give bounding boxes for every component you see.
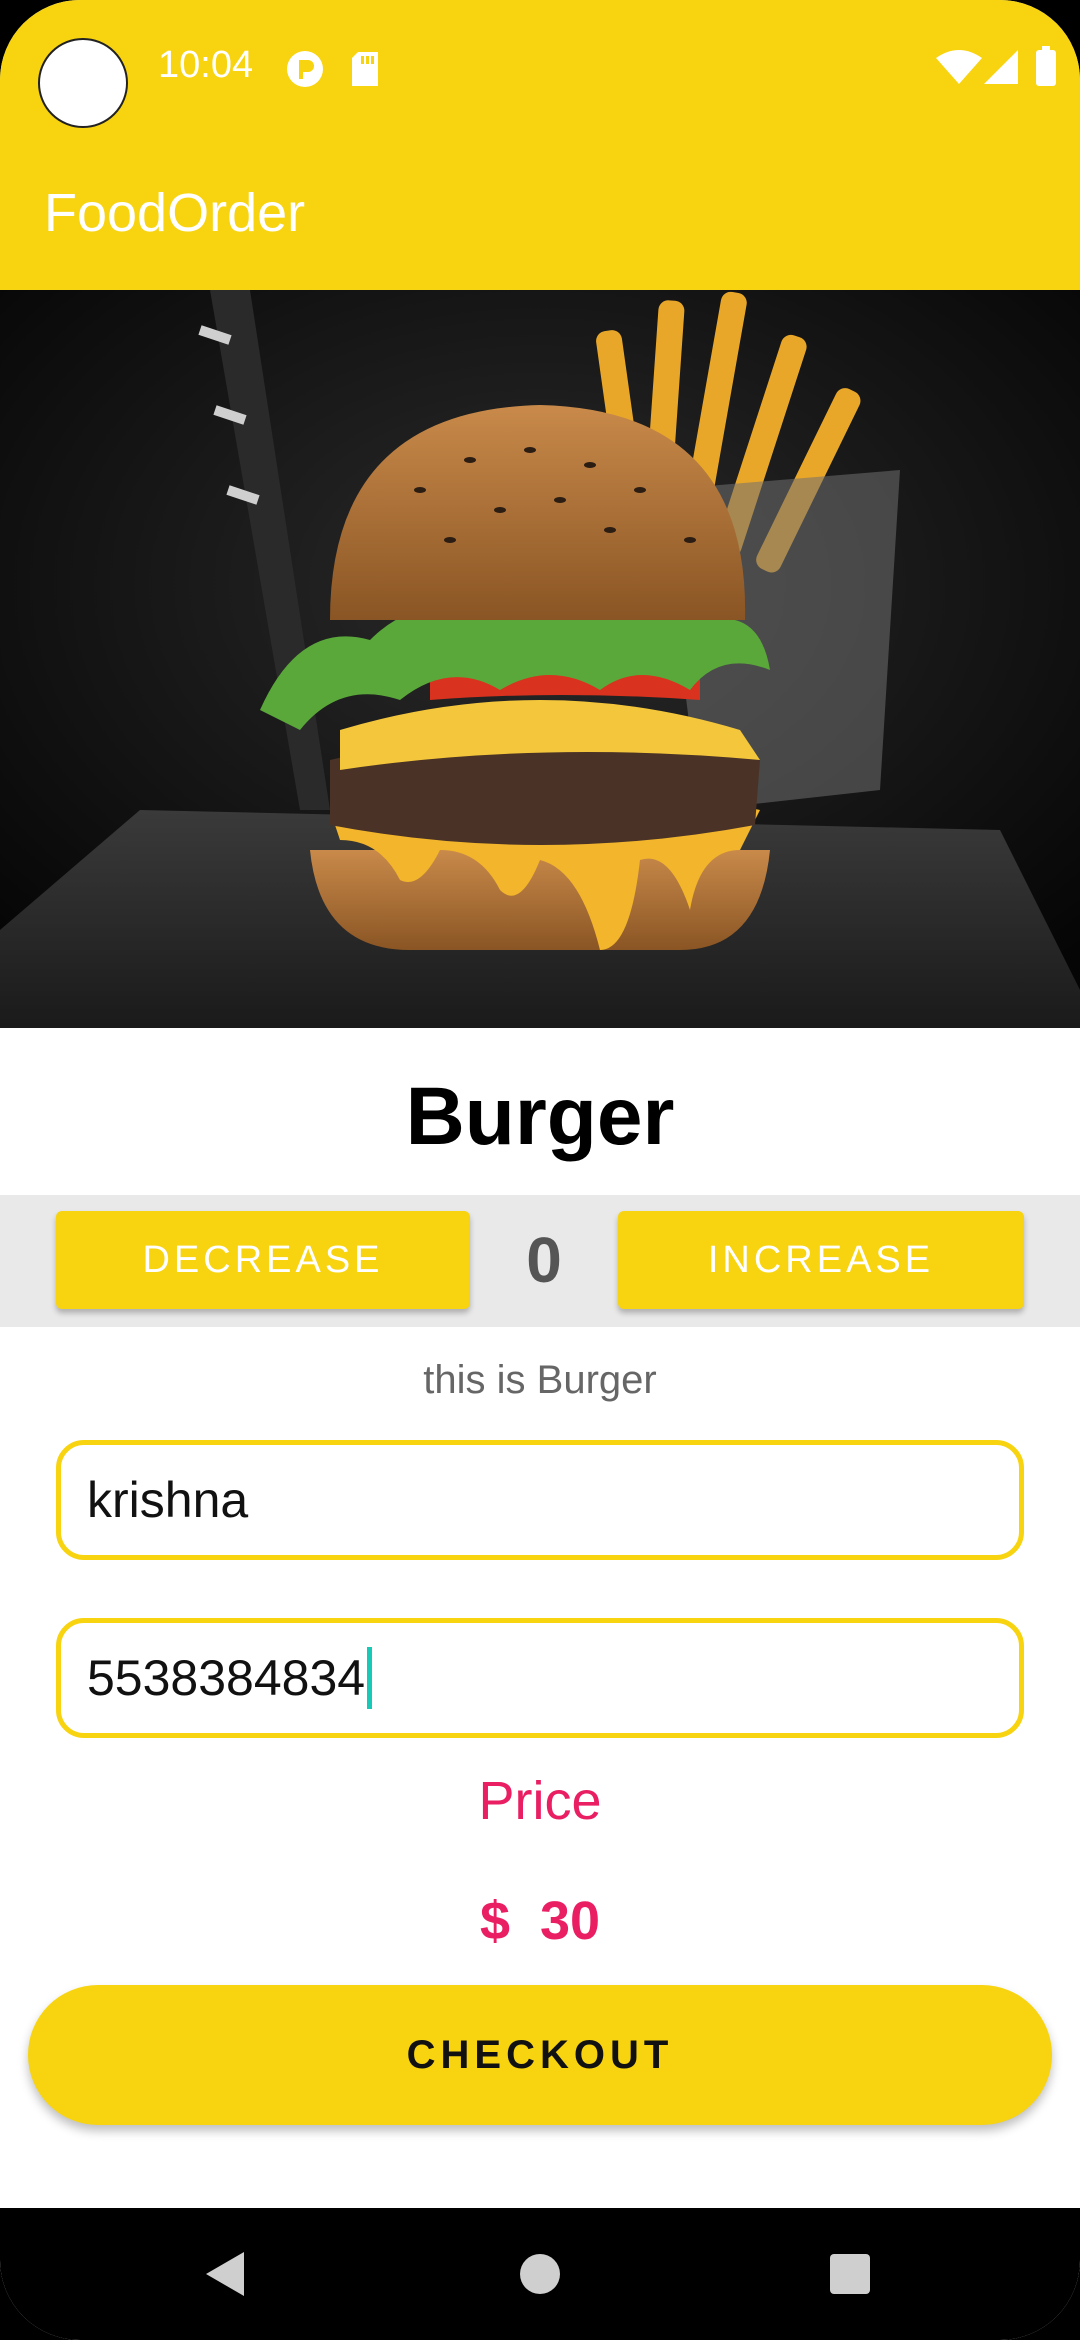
burger-image [0,290,1080,1028]
sync-icon [286,50,324,93]
battery-icon [1036,46,1056,91]
increase-button[interactable]: INCREASE [618,1211,1024,1309]
camera-cutout [38,38,128,128]
cell-signal-icon [984,50,1018,89]
text-caret [367,1647,373,1709]
phone-screen: 10:04 FoodOrder Burger DECREASE 0 INCREA… [0,0,1080,2340]
home-icon[interactable] [480,2208,600,2340]
item-title: Burger [405,1071,675,1162]
app-header: 10:04 FoodOrder [0,0,1080,290]
sd-card-icon [350,50,380,93]
wifi-icon [936,50,982,89]
name-field-value: krishna [87,1472,249,1528]
phone-field[interactable]: 5538384834 [56,1618,1024,1738]
back-icon[interactable] [166,2208,286,2340]
price-value: $ 30 [479,1891,601,1951]
checkout-button[interactable]: CHECKOUT [28,1985,1052,2125]
quantity-controls: DECREASE 0 INCREASE [0,1195,1080,1327]
quantity-value: 0 [526,1224,562,1296]
name-field[interactable]: krishna [56,1440,1024,1560]
item-description: this is Burger [423,1358,657,1402]
navigation-bar [0,2208,1080,2340]
price-label: Price [478,1771,602,1831]
decrease-button[interactable]: DECREASE [56,1211,470,1309]
status-time: 10:04 [158,44,254,86]
phone-field-value: 5538384834 [87,1650,366,1706]
app-title: FoodOrder [44,183,306,243]
recents-icon[interactable] [790,2208,910,2340]
